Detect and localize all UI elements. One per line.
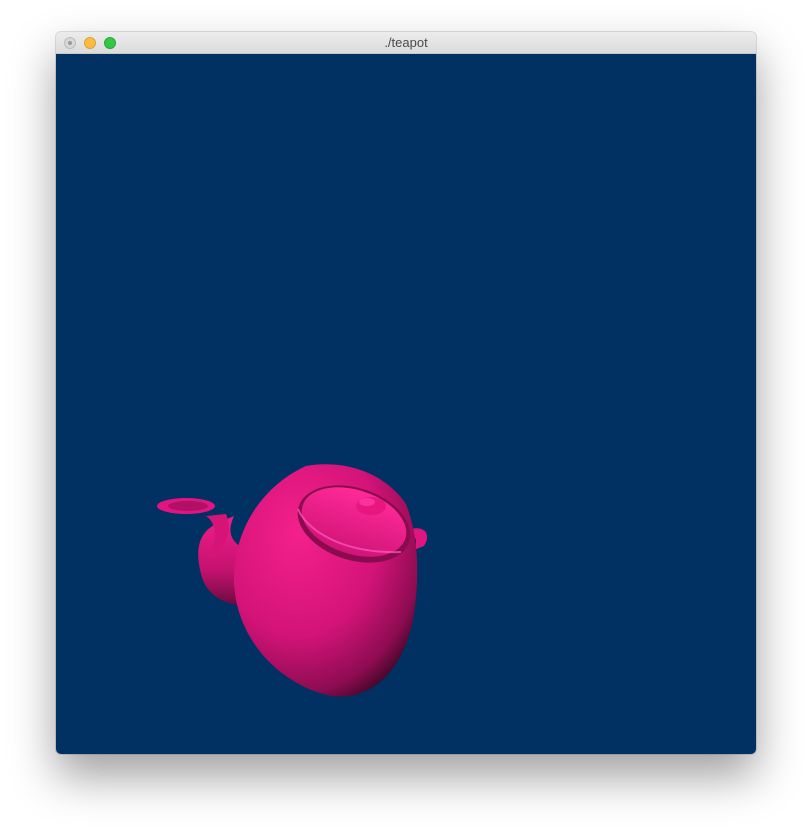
render-canvas[interactable] [56,54,756,754]
title-bar[interactable]: ./teapot [56,32,756,54]
window-title: ./teapot [384,35,428,50]
app-window: ./teapot [56,32,756,754]
teapot-scene [157,464,428,697]
